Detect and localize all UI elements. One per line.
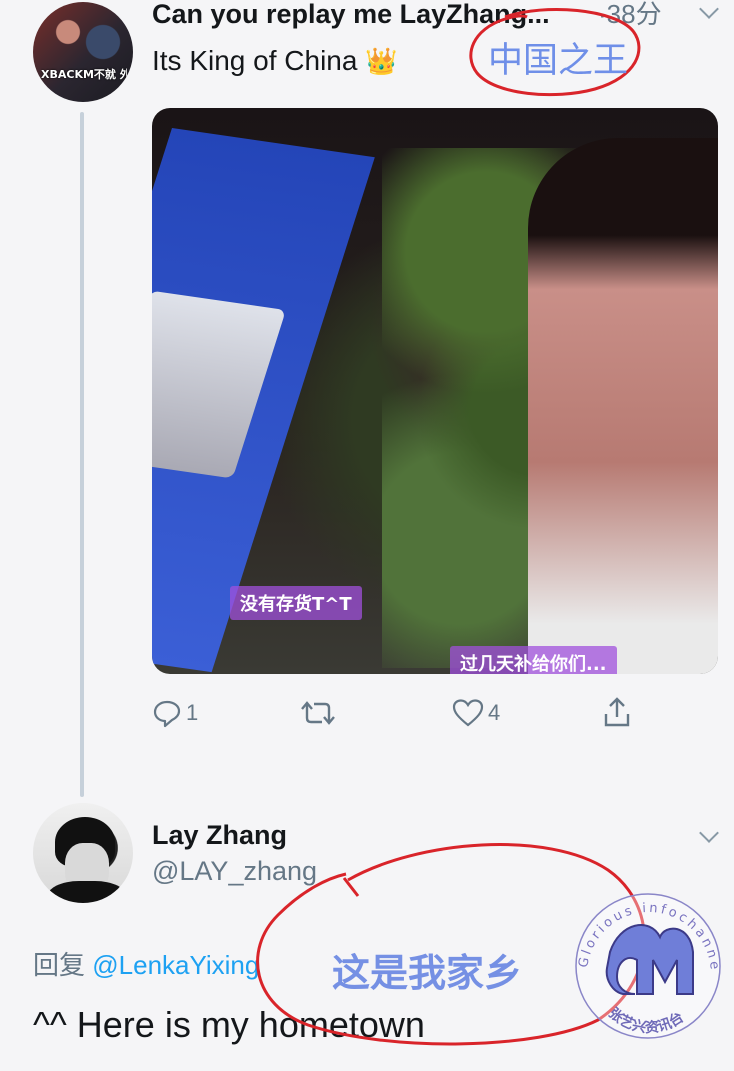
- tweet-media-video[interactable]: 没有存货T^T 过几天补给你们...: [152, 108, 718, 674]
- like-count: 4: [488, 700, 501, 725]
- person-foreground: [528, 138, 718, 674]
- tweet-text: Its King of China 👑: [152, 44, 398, 78]
- crown-emoji: 👑: [365, 46, 398, 76]
- like-button[interactable]: 4: [452, 698, 500, 728]
- chevron-down-icon[interactable]: [699, 823, 719, 843]
- reply-button[interactable]: 1: [152, 698, 198, 728]
- video-subtitle: 过几天补给你们...: [450, 646, 617, 674]
- reply-prefix: 回复: [33, 950, 86, 980]
- thread-connector-line: [80, 112, 84, 797]
- annotation-text: 中国之王: [488, 41, 629, 81]
- heart-icon: [452, 699, 484, 727]
- chevron-down-icon[interactable]: [699, 0, 719, 19]
- reply-icon: [153, 700, 181, 728]
- tweet-text-content: Its King of China: [152, 45, 358, 76]
- watermark-logo: Glorious infochannel 张艺兴资讯台: [565, 882, 721, 1039]
- avatar-body: [47, 881, 127, 903]
- annotation-text: 这是我家乡: [332, 951, 523, 995]
- user-avatar[interactable]: [33, 803, 133, 903]
- user-avatar[interactable]: XBACKM不就 外国: [33, 2, 133, 102]
- retweet-icon: [301, 701, 335, 725]
- reply-count: 1: [186, 700, 199, 725]
- avatar-caption: XBACKM不就 外国: [41, 68, 127, 81]
- share-button[interactable]: [602, 696, 632, 728]
- retweet-button[interactable]: [300, 698, 340, 728]
- reply-to-mention-link[interactable]: @LenkaYixing: [92, 950, 259, 980]
- billboard-portrait: [152, 290, 286, 479]
- video-subtitle: 没有存货T^T: [230, 586, 362, 620]
- share-icon: [604, 697, 630, 727]
- reply-context: 回复 @LenkaYixing: [33, 948, 259, 982]
